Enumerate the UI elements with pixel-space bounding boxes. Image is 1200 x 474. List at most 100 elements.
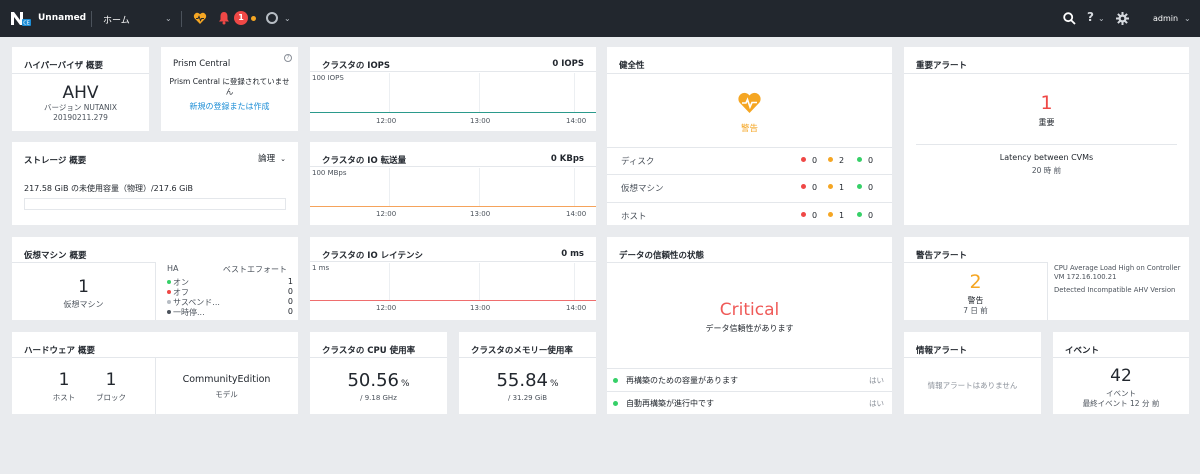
info-alerts-widget[interactable]: 情報アラート 情報アラートはありません	[904, 332, 1041, 414]
chevron-down-icon[interactable]: ⌄	[1184, 14, 1191, 23]
cluster-name[interactable]: Unnamed	[38, 13, 86, 23]
critical-count[interactable]: 0	[812, 183, 817, 192]
storage-usage-bar	[24, 198, 286, 210]
ok-count[interactable]: 0	[868, 211, 873, 220]
divider	[91, 11, 92, 27]
health-heart-icon[interactable]	[193, 11, 207, 25]
divider	[310, 261, 596, 262]
vm-count[interactable]: 1	[12, 277, 155, 297]
widget-title: 健全性	[619, 61, 645, 71]
row-label: ディスク	[621, 157, 655, 167]
health-row-disk[interactable]: ディスク 0 2 0	[607, 148, 892, 174]
critical-alert-item-time: 20 時 前	[1031, 166, 1062, 175]
divider	[904, 357, 1041, 358]
hardware-summary-widget[interactable]: ハードウェア 概要 1 ホスト 1 ブロック CommunityEdition …	[12, 332, 298, 414]
warning-dot-icon	[251, 16, 256, 21]
vm-state-paused[interactable]: 一時停... 0	[167, 307, 293, 318]
memory-usage-unit: %	[549, 379, 559, 389]
row-label: 再構築のための容量があります	[626, 376, 738, 385]
warning-alerts-widget[interactable]: 警告アラート 2 警告 7 日 前 CPU Average Load High …	[904, 237, 1189, 320]
cluster-iops-widget[interactable]: クラスタの IOPS 0 IOPS 100 IOPS 12:00 13:00 1…	[310, 47, 596, 131]
chevron-down-icon[interactable]: ⌄	[165, 14, 172, 23]
chevron-down-icon[interactable]: ⌄	[284, 14, 291, 23]
help-icon[interactable]: ?	[1087, 10, 1094, 24]
event-count[interactable]: 42	[1053, 366, 1189, 386]
gear-icon[interactable]	[1116, 12, 1129, 25]
prism-central-message: Prism Central に登録されていません	[169, 77, 290, 96]
critical-alerts-widget[interactable]: 重要アラート 1 重要 Latency between CVMs 20 時 前	[904, 47, 1189, 225]
hardware-model-label: モデル	[215, 390, 238, 399]
warning-alert-item[interactable]: Detected Incompatible AHV Version	[1054, 286, 1182, 295]
x-tick-label: 14:00	[566, 210, 587, 218]
warning-count[interactable]: 2	[839, 156, 844, 165]
host-count[interactable]: 1	[49, 370, 79, 390]
widget-title: クラスタのメモリー使用率	[471, 346, 573, 356]
x-tick-label: 12:00	[376, 210, 397, 218]
storage-summary-widget[interactable]: ストレージ 概要 論理 ⌄ 217.58 GiB の未使用容量（物理）/217.6…	[12, 142, 298, 225]
ok-count[interactable]: 0	[868, 183, 873, 192]
status-dot-icon	[167, 310, 171, 314]
health-row-vm[interactable]: 仮想マシン 0 1 0	[607, 175, 892, 201]
warning-dot-icon	[828, 184, 833, 189]
widget-title: 重要アラート	[916, 61, 968, 71]
critical-alert-item-title[interactable]: Latency between CVMs	[904, 153, 1189, 162]
tasks-ring-icon[interactable]	[266, 12, 278, 24]
widget-title: クラスタの CPU 使用率	[322, 346, 416, 356]
grid-line	[574, 263, 575, 301]
widget-title: イベント	[1065, 346, 1100, 356]
bell-icon[interactable]	[218, 11, 230, 25]
home-menu[interactable]: ホーム	[103, 13, 130, 26]
vm-summary-widget[interactable]: 仮想マシン 概要 1 仮想マシン HA ベストエフォート オン 1 オフ 0 サスペ…	[12, 237, 298, 320]
hypervisor-summary-widget[interactable]: ハイパーバイザ 概要 AHV バージョン NUTANIX 20190211.27…	[12, 47, 149, 131]
health-row-host[interactable]: ホスト 0 1 0	[607, 203, 892, 225]
block-count[interactable]: 1	[86, 370, 136, 390]
critical-alert-count[interactable]: 1	[904, 92, 1189, 114]
cluster-io-latency-widget[interactable]: クラスタの IO レイテンシ 0 ms 1 ms 12:00 13:00 14:…	[310, 237, 596, 320]
svg-text:CE: CE	[23, 21, 30, 27]
health-widget[interactable]: 健全性 警告 ディスク 0 2 0 仮想マシン 0 1 0 ホスト 0 1 0	[607, 47, 892, 225]
cluster-memory-usage-widget[interactable]: クラスタのメモリー使用率 55.84% / 31.29 GiB	[459, 332, 596, 414]
row-label: ホスト	[621, 212, 647, 222]
resiliency-row[interactable]: 再構築のための容量があります はい	[607, 369, 892, 391]
search-icon[interactable]	[1063, 12, 1076, 25]
critical-count[interactable]: 0	[812, 211, 817, 220]
resiliency-status[interactable]: Critical	[607, 300, 892, 320]
hypervisor-version: 20190211.279	[53, 113, 108, 122]
warning-count[interactable]: 1	[839, 211, 844, 220]
prism-central-widget[interactable]: Prism Central ? Prism Central に登録されていません…	[161, 47, 298, 131]
alert-count-badge[interactable]: 1	[234, 11, 248, 25]
data-resiliency-widget[interactable]: データの信頼性の状態 Critical データ信頼性があります 再構築のための容…	[607, 237, 892, 414]
chevron-down-icon[interactable]: ⌄	[1098, 14, 1105, 23]
top-navigation-bar: CE Unnamed ホーム ⌄ 1 ⌄ ? ⌄ admin ⌄	[0, 0, 1200, 37]
widget-title: データの信頼性の状態	[619, 251, 705, 261]
ok-count[interactable]: 0	[868, 156, 873, 165]
cluster-cpu-usage-widget[interactable]: クラスタの CPU 使用率 50.56% / 9.18 GHz	[310, 332, 447, 414]
cpu-usage-value: 50.56	[347, 370, 399, 391]
cluster-io-bandwidth-widget[interactable]: クラスタの IO 転送量 0 KBps 100 MBps 12:00 13:00…	[310, 142, 596, 225]
storage-mode-dropdown[interactable]: 論理 ⌄	[258, 152, 286, 164]
info-icon[interactable]: ?	[284, 54, 292, 62]
warning-count[interactable]: 1	[839, 183, 844, 192]
grid-line	[574, 73, 575, 113]
divider	[607, 73, 892, 74]
register-prism-central-link[interactable]: 新規の登録または作成	[161, 101, 298, 112]
x-tick-label: 13:00	[470, 304, 491, 312]
resiliency-row[interactable]: 自動再構築が進行中です はい	[607, 392, 892, 414]
last-event-time: 最終イベント 12 分 前	[1082, 399, 1160, 408]
events-widget[interactable]: イベント 42 イベント 最終イベント 12 分 前	[1053, 332, 1189, 414]
critical-count[interactable]: 0	[812, 156, 817, 165]
y-axis-max-label: 100 MBps	[312, 169, 347, 177]
warning-alert-time: 7 日 前	[963, 306, 988, 315]
hypervisor-version-label: バージョン NUTANIX	[44, 103, 117, 112]
warning-alert-count[interactable]: 2	[904, 271, 1047, 293]
chevron-down-icon: ⌄	[280, 155, 286, 163]
nutanix-logo[interactable]: CE	[10, 10, 32, 27]
grid-line	[389, 263, 390, 301]
user-menu[interactable]: admin	[1153, 14, 1178, 23]
warning-alert-item[interactable]: CPU Average Load High on Controller VM 1…	[1054, 264, 1182, 282]
state-value: 1	[287, 277, 293, 286]
divider	[1053, 357, 1189, 358]
state-label: 一時停...	[173, 308, 205, 317]
divider	[310, 71, 596, 72]
x-tick-label: 12:00	[376, 304, 397, 312]
